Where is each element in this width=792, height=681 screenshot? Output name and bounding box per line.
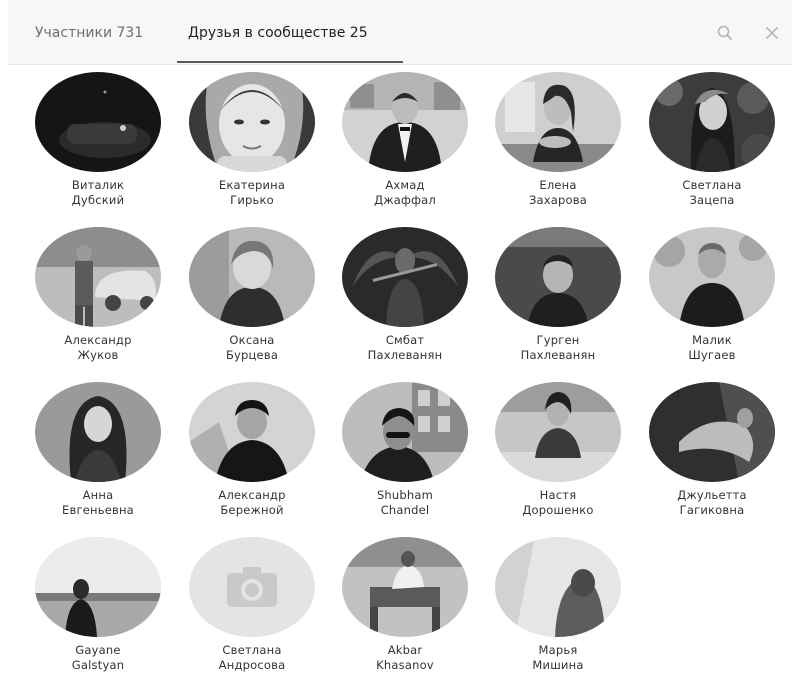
friend-last-name: Пахлеванян <box>520 348 596 362</box>
friend-card[interactable]: Светлана Андросова <box>177 529 327 679</box>
avatar <box>189 227 315 327</box>
friend-card[interactable]: Елена Захарова <box>483 64 633 214</box>
friend-card[interactable]: Оксана Бурцева <box>177 219 327 369</box>
avatar <box>342 537 468 637</box>
avatar <box>35 382 161 482</box>
friend-card[interactable]: Настя Дорошенко <box>483 374 633 524</box>
avatar <box>342 382 468 482</box>
avatar <box>189 382 315 482</box>
friend-last-name: Chandel <box>380 503 430 517</box>
friend-last-name: Дорошенко <box>522 503 594 517</box>
tabs-bar: Участники 731 Друзья в сообществе 25 <box>8 0 792 65</box>
friend-first-name: Виталик <box>71 178 125 192</box>
friend-last-name: Джаффал <box>374 193 436 207</box>
friend-card[interactable]: Екатерина Гирько <box>177 64 327 214</box>
friend-last-name: Galstyan <box>71 658 125 672</box>
avatar <box>495 537 621 637</box>
friend-card[interactable]: Виталик Дубский <box>23 64 173 214</box>
avatar <box>649 227 775 327</box>
friend-first-name: Akbar <box>387 643 423 657</box>
friend-last-name: Евгеньевна <box>62 503 134 517</box>
friend-first-name: Джульетта <box>677 488 747 502</box>
friend-card[interactable]: Малик Шугаев <box>637 219 787 369</box>
avatar <box>35 537 161 637</box>
friend-last-name: Дубский <box>71 193 125 207</box>
friend-first-name: Оксана <box>229 333 275 347</box>
friend-first-name: Анна <box>82 488 114 502</box>
search-icon[interactable] <box>714 22 736 44</box>
friend-first-name: Малик <box>692 333 732 347</box>
friend-first-name: Александр <box>64 333 132 347</box>
friend-last-name: Гирько <box>230 193 274 207</box>
active-tab-indicator <box>177 61 403 63</box>
friend-card[interactable]: Gayane Galstyan <box>23 529 173 679</box>
friend-first-name: Настя <box>539 488 577 502</box>
friend-last-name: Шугаев <box>688 348 736 362</box>
friend-first-name: Светлана <box>222 643 282 657</box>
avatar <box>495 227 621 327</box>
avatar <box>189 72 315 172</box>
friend-card[interactable]: Джульетта Гагиковна <box>637 374 787 524</box>
friend-card[interactable]: Ахмад Джаффал <box>330 64 480 214</box>
friend-first-name: Shubham <box>376 488 434 502</box>
friend-card[interactable]: Shubham Chandel <box>330 374 480 524</box>
friend-last-name: Жуков <box>77 348 119 362</box>
friend-card[interactable]: Александр Жуков <box>23 219 173 369</box>
friend-last-name: Бережной <box>220 503 284 517</box>
friend-first-name: Марья <box>538 643 578 657</box>
friend-card[interactable]: Akbar Khasanov <box>330 529 480 679</box>
friend-first-name: Ахмад <box>385 178 425 192</box>
avatar <box>495 72 621 172</box>
friend-card[interactable]: Александр Бережной <box>177 374 327 524</box>
friend-card[interactable]: Гурген Пахлеванян <box>483 219 633 369</box>
friend-first-name: Гурген <box>536 333 580 347</box>
friend-last-name: Захарова <box>528 193 588 207</box>
friend-last-name: Андросова <box>218 658 286 672</box>
friend-last-name: Khasanov <box>376 658 434 672</box>
avatar <box>342 227 468 327</box>
avatar <box>342 72 468 172</box>
friend-last-name: Зацепа <box>689 193 735 207</box>
avatar <box>649 72 775 172</box>
friend-first-name: Смбат <box>385 333 425 347</box>
camera-icon <box>189 537 315 637</box>
friend-first-name: Светлана <box>682 178 742 192</box>
friend-card[interactable]: Марья Мишина <box>483 529 633 679</box>
friend-card[interactable]: Анна Евгеньевна <box>23 374 173 524</box>
friend-first-name: Екатерина <box>218 178 286 192</box>
friend-first-name: Александр <box>218 488 286 502</box>
friend-card[interactable]: Смбат Пахлеванян <box>330 219 480 369</box>
friend-last-name: Мишина <box>532 658 584 672</box>
close-icon[interactable] <box>761 22 783 44</box>
tab-friends-in-community[interactable]: Друзья в сообществе 25 <box>188 24 368 42</box>
friend-last-name: Бурцева <box>225 348 279 362</box>
friend-card[interactable]: Светлана Зацепа <box>637 64 787 214</box>
tab-members[interactable]: Участники 731 <box>35 24 143 42</box>
friend-first-name: Gayane <box>75 643 121 657</box>
avatar <box>35 72 161 172</box>
avatar <box>495 382 621 482</box>
friend-last-name: Пахлеванян <box>367 348 443 362</box>
friends-grid: Виталик Дубский Екатерина Гирько Ахмад Джаф… <box>0 64 792 681</box>
avatar <box>35 227 161 327</box>
avatar <box>189 537 315 637</box>
avatar <box>649 382 775 482</box>
friend-first-name: Елена <box>539 178 577 192</box>
friend-last-name: Гагиковна <box>679 503 745 517</box>
